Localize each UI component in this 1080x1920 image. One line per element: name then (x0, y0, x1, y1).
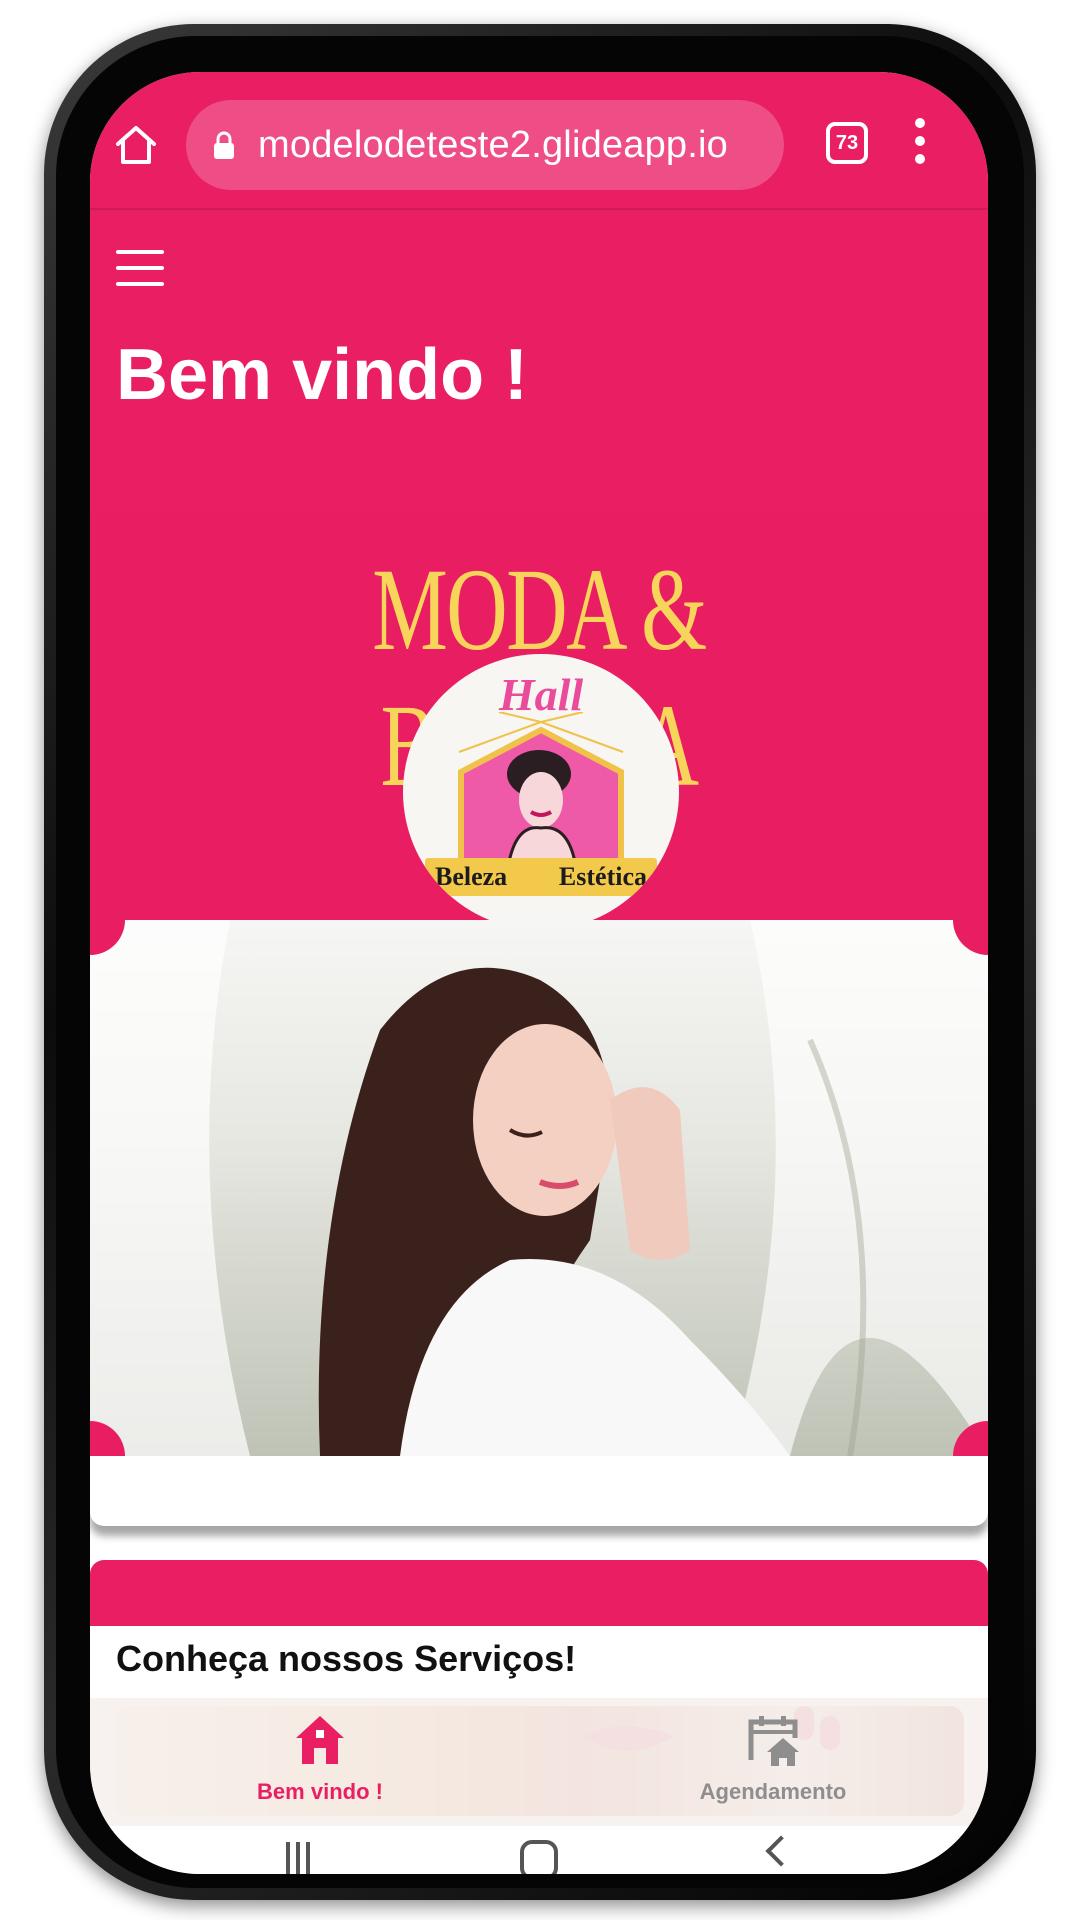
back-icon[interactable] (765, 1835, 797, 1867)
phone-screen: modelodeteste2.glideapp.io 73 Bem vindo … (90, 72, 988, 1874)
hero-photo (90, 920, 988, 1456)
hamburger-menu-icon[interactable] (116, 250, 164, 286)
app-header: Bem vindo ! (90, 210, 988, 510)
android-navigation-bar (90, 1826, 988, 1874)
android-home-icon[interactable] (520, 1840, 558, 1874)
services-card-header (90, 1560, 988, 1626)
nav-tab-agendamento[interactable]: Agendamento (643, 1712, 903, 1805)
services-title: Conheça nossos Serviços! (116, 1638, 577, 1679)
logo-ribbon-right: Estética (558, 862, 647, 891)
home-icon[interactable] (112, 120, 160, 168)
address-bar[interactable]: modelodeteste2.glideapp.io (186, 100, 784, 190)
logo-house-portrait (458, 712, 624, 865)
page-title: Bem vindo ! (116, 335, 529, 415)
nav-label: Agendamento (699, 1779, 847, 1804)
calendar-home-icon (748, 1716, 799, 1766)
hero-photo-illustration (90, 920, 988, 1456)
nav-label: Bem vindo ! (257, 1779, 383, 1804)
tabs-counter-button[interactable]: 73 (826, 122, 868, 164)
hero-caption-card (90, 1456, 988, 1526)
logo-ribbon-left: Beleza (435, 862, 508, 891)
logo-ribbon: Beleza Estética (425, 858, 657, 896)
recent-apps-icon[interactable] (286, 1842, 316, 1874)
bottom-navigation: Bem vindo ! Agendamento (90, 1698, 988, 1826)
more-options-icon[interactable] (910, 114, 930, 174)
home-icon (296, 1716, 344, 1764)
browser-toolbar: modelodeteste2.glideapp.io 73 (90, 72, 988, 210)
brand-banner: MODA & BELEZA Hall Beleza Estética (90, 510, 988, 930)
nav-tab-bem-vindo[interactable]: Bem vindo ! (190, 1712, 450, 1805)
lock-icon (214, 131, 234, 159)
url-text: modelodeteste2.glideapp.io (258, 123, 728, 166)
brand-logo: Hall Beleza Estética (403, 654, 679, 930)
